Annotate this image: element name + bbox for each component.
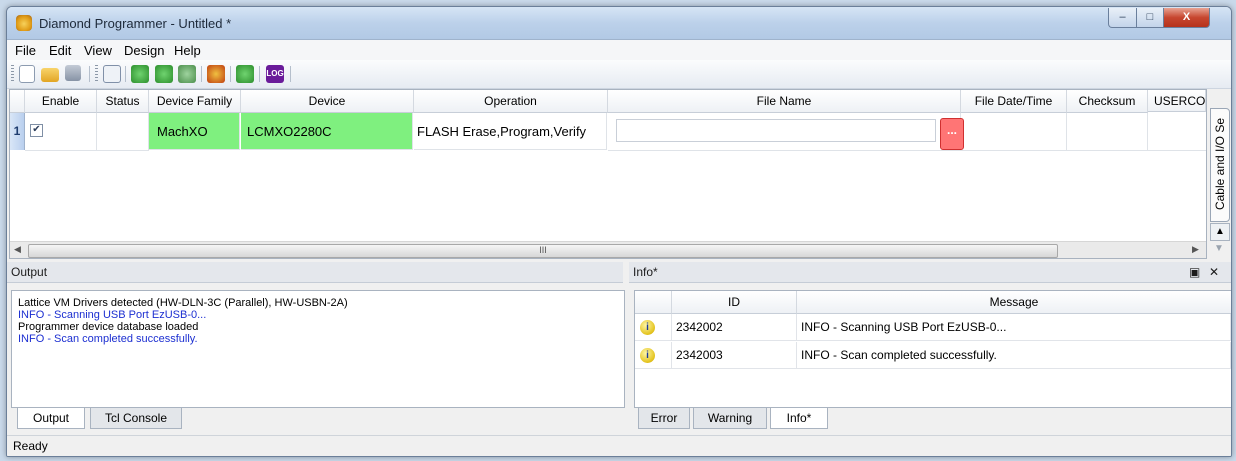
info-row-id[interactable]: 2342003 <box>672 342 797 369</box>
download-icon[interactable] <box>236 65 254 83</box>
close-button[interactable]: X <box>1163 8 1210 28</box>
tab-tcl-console[interactable]: Tcl Console <box>90 408 182 429</box>
cable-io-settings-tab[interactable]: Cable and I/O Se <box>1210 108 1230 222</box>
info-header-id[interactable]: ID <box>672 291 797 314</box>
log-line: INFO - Scanning USB Port EzUSB-0... <box>18 309 207 321</box>
save-icon[interactable] <box>65 65 81 81</box>
toolbar-separator <box>201 66 202 82</box>
menu-file[interactable]: File <box>15 43 36 58</box>
column-header-file-date-time[interactable]: File Date/Time <box>961 90 1067 113</box>
grid-corner <box>10 90 25 113</box>
tab-info[interactable]: Info* <box>770 408 828 429</box>
menu-view[interactable]: View <box>84 43 112 58</box>
scroll-up-icon[interactable]: ▲ <box>1210 223 1230 241</box>
tab-warning[interactable]: Warning <box>693 408 767 429</box>
column-header-checksum[interactable]: Checksum <box>1067 90 1148 113</box>
output-log[interactable]: Lattice VM Drivers detected (HW-DLN-3C (… <box>11 290 625 408</box>
scan-cable-icon[interactable] <box>103 65 121 83</box>
info-header-icon <box>635 291 672 314</box>
tab-error[interactable]: Error <box>638 408 690 429</box>
app-window: Diamond Programmer - Untitled * – □ X Fi… <box>6 6 1232 457</box>
cable-io-tab-label: Cable and I/O Se <box>1213 117 1227 211</box>
toolbar-grip[interactable] <box>95 65 98 83</box>
float-panel-icon[interactable]: ▣ <box>1189 262 1200 282</box>
column-header-device-family[interactable]: Device Family <box>149 90 241 113</box>
toolbar-grip[interactable] <box>11 65 14 83</box>
column-header-userco[interactable]: USERCO <box>1148 90 1206 112</box>
title-bar: Diamond Programmer - Untitled * – □ X <box>7 7 1231 40</box>
menu-bar: File Edit View Design Help <box>7 40 1231 60</box>
info-header-message[interactable]: Message <box>797 291 1231 314</box>
cell-operation[interactable]: FLASH Erase,Program,Verify <box>414 113 607 150</box>
info-panel-title-text: Info* <box>633 265 658 279</box>
log-line: Lattice VM Drivers detected (HW-DLN-3C (… <box>18 297 348 309</box>
column-header-device[interactable]: Device <box>241 90 414 113</box>
cell-device[interactable]: LCMXO2280C <box>241 113 413 150</box>
maximize-button[interactable]: □ <box>1136 8 1164 28</box>
scroll-right-icon[interactable]: ▶ <box>1192 244 1199 255</box>
info-row-message[interactable]: INFO - Scanning USB Port EzUSB-0... <box>797 314 1231 341</box>
info-row-message[interactable]: INFO - Scan completed successfully. <box>797 342 1231 369</box>
horizontal-scrollbar[interactable]: ◀ III ▶ <box>10 241 1206 258</box>
toolbar-separator <box>230 66 231 82</box>
status-text: Ready <box>13 439 48 453</box>
log-line: Programmer device database loaded <box>18 321 199 333</box>
info-row-icon-cell: i <box>635 342 672 369</box>
device-grid: Enable Status Device Family Device Opera… <box>9 89 1207 259</box>
diamond-app-icon <box>16 15 32 31</box>
close-panel-icon[interactable]: ✕ <box>1209 262 1219 282</box>
column-header-enable[interactable]: Enable <box>25 90 97 113</box>
toolbar-separator <box>259 66 260 82</box>
scroll-down-icon[interactable]: ▼ <box>1214 243 1224 254</box>
cell-device-family[interactable]: MachXO <box>149 113 240 150</box>
column-header-operation[interactable]: Operation <box>414 90 608 113</box>
toolbar: LOG <box>7 60 1231 89</box>
scroll-thumb[interactable]: III <box>28 244 1058 258</box>
status-bar: Ready <box>7 435 1231 456</box>
program-icon[interactable] <box>131 65 149 83</box>
cell-checksum[interactable] <box>1067 113 1148 151</box>
menu-design[interactable]: Design <box>124 43 164 58</box>
file-name-input[interactable] <box>616 119 936 142</box>
enable-checkbox[interactable]: ✔ <box>30 124 43 137</box>
row-number[interactable]: 1 <box>10 113 25 150</box>
info-icon: i <box>640 320 655 335</box>
info-row-id[interactable]: 2342002 <box>672 314 797 341</box>
cell-status[interactable] <box>97 113 149 151</box>
warning-program-icon[interactable] <box>207 65 225 83</box>
toolbar-separator <box>89 66 90 82</box>
info-table: ID Message i 2342002 INFO - Scanning USB… <box>634 290 1231 408</box>
info-icon: i <box>640 348 655 363</box>
program-all-icon[interactable] <box>155 65 173 83</box>
program-edit-icon[interactable] <box>178 65 196 83</box>
log-line: INFO - Scan completed successfully. <box>18 333 198 345</box>
window-title: Diamond Programmer - Untitled * <box>39 16 232 31</box>
info-panel-title: Info* ▣ ✕ <box>629 262 1231 283</box>
cell-userco[interactable] <box>1148 113 1206 151</box>
column-header-file-name[interactable]: File Name <box>608 90 961 113</box>
toolbar-separator <box>290 66 291 82</box>
tab-output[interactable]: Output <box>17 408 85 429</box>
log-icon[interactable]: LOG <box>266 65 284 83</box>
cell-file-date-time[interactable] <box>961 113 1067 151</box>
menu-edit[interactable]: Edit <box>49 43 71 58</box>
output-panel-title: Output <box>7 262 623 283</box>
menu-help[interactable]: Help <box>174 43 201 58</box>
info-row-icon-cell: i <box>635 314 672 341</box>
open-folder-icon[interactable] <box>41 68 59 82</box>
new-file-icon[interactable] <box>19 65 35 83</box>
scroll-left-icon[interactable]: ◀ <box>14 244 21 255</box>
minimize-button[interactable]: – <box>1108 8 1137 28</box>
toolbar-separator <box>125 66 126 82</box>
column-header-status[interactable]: Status <box>97 90 149 113</box>
